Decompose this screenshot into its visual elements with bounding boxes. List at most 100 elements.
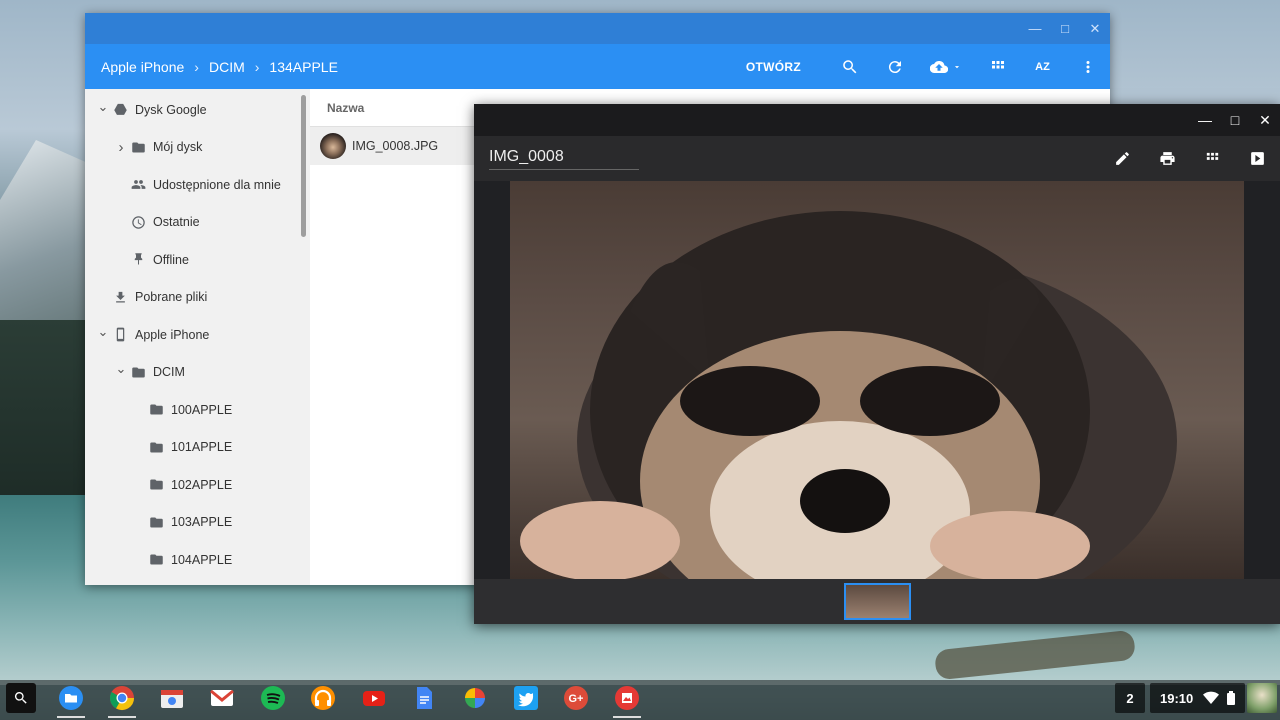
sidebar-item-label: 101APPLE: [171, 440, 233, 455]
folder-icon: [147, 476, 165, 494]
clock: 19:10: [1160, 690, 1194, 706]
folder-icon: [129, 363, 147, 381]
running-indicator: [613, 716, 641, 718]
chevron-down-icon[interactable]: ⌄: [95, 324, 111, 340]
shelf: G+ 2 19:10: [0, 680, 1280, 720]
cloud-upload-icon[interactable]: [917, 44, 975, 89]
sidebar-item-dcim[interactable]: ⌄ DCIM: [85, 354, 310, 392]
slideshow-play-icon[interactable]: [1235, 136, 1280, 181]
wallpaper-trees: [0, 320, 90, 500]
sidebar-item-100apple[interactable]: 100APPLE: [85, 391, 310, 429]
print-icon[interactable]: [1145, 136, 1190, 181]
column-header-name[interactable]: Nazwa: [310, 101, 364, 115]
gallery-app-icon[interactable]: [612, 683, 642, 713]
folder-icon: [147, 513, 165, 531]
wifi-icon: [1203, 691, 1220, 704]
sort-az-icon: AZ: [1035, 60, 1050, 73]
google-photos-icon[interactable]: [460, 683, 490, 713]
gmail-icon[interactable]: [207, 683, 237, 713]
sidebar-item-104apple[interactable]: 104APPLE: [85, 541, 310, 579]
sidebar-item-101apple[interactable]: 101APPLE: [85, 429, 310, 467]
maximize-button[interactable]: □: [1050, 13, 1080, 44]
breadcrumb: Apple iPhone › DCIM › 134APPLE: [85, 59, 338, 75]
sidebar-item-label: 104APPLE: [171, 552, 233, 567]
file-manager-titlebar[interactable]: — □ ✕: [85, 13, 1110, 44]
minimize-button[interactable]: —: [1020, 13, 1050, 44]
phone-icon: [111, 326, 129, 344]
sidebar-item-label: Dysk Google: [135, 102, 207, 117]
refresh-icon[interactable]: [872, 44, 917, 89]
sidebar-item-offline[interactable]: Offline: [85, 241, 310, 279]
gallery-toolbar: IMG_0008: [474, 136, 1280, 181]
web-store-icon[interactable]: [157, 683, 187, 713]
breadcrumb-item-dcim[interactable]: DCIM: [209, 59, 245, 75]
folder-icon: [147, 401, 165, 419]
chevron-right-icon[interactable]: ›: [113, 139, 129, 156]
sidebar-item-pobrane-pliki[interactable]: Pobrane pliki: [85, 279, 310, 317]
breadcrumb-item-134apple[interactable]: 134APPLE: [269, 59, 338, 75]
close-button[interactable]: ✕: [1080, 13, 1110, 44]
sidebar-item-label: 102APPLE: [171, 477, 233, 492]
breadcrumb-item-apple-iphone[interactable]: Apple iPhone: [101, 59, 184, 75]
file-name: IMG_0008.JPG: [352, 139, 439, 153]
grid-view-icon[interactable]: [975, 44, 1020, 89]
clock-icon: [129, 213, 147, 231]
google-docs-icon[interactable]: [409, 683, 439, 713]
spotify-icon[interactable]: [258, 683, 288, 713]
chevron-down-icon[interactable]: ⌄: [113, 361, 129, 377]
sidebar-item-dysk-google[interactable]: ⌄ Dysk Google: [85, 91, 310, 129]
image-title-field[interactable]: IMG_0008: [489, 148, 639, 170]
launcher-search-icon[interactable]: [6, 683, 36, 713]
sidebar-item-label: 100APPLE: [171, 402, 233, 417]
sidebar-item-m-j-dysk[interactable]: › Mój dysk: [85, 129, 310, 167]
status-area[interactable]: 19:10: [1150, 683, 1245, 713]
chevron-down-icon[interactable]: ⌄: [95, 99, 111, 115]
filmstrip: [474, 579, 1280, 624]
sidebar-item-udost-pnione-dla-mnie[interactable]: Udostępnione dla mnie: [85, 166, 310, 204]
running-indicator: [108, 716, 136, 718]
shared-people-icon: [129, 176, 147, 194]
chevron-right-icon: ›: [194, 58, 199, 75]
pin-icon: [129, 251, 147, 269]
gallery-maximize-button[interactable]: □: [1220, 104, 1250, 136]
mosaic-view-icon[interactable]: [1190, 136, 1235, 181]
sidebar-item-label: Udostępnione dla mnie: [153, 177, 281, 192]
open-button[interactable]: OTWÓRZ: [746, 60, 801, 74]
files-app-icon[interactable]: [56, 683, 86, 713]
headphones-music-icon[interactable]: [308, 683, 338, 713]
battery-icon: [1227, 691, 1236, 705]
twitter-icon[interactable]: [511, 683, 541, 713]
folder-icon: [147, 438, 165, 456]
sort-button[interactable]: AZ: [1020, 44, 1065, 89]
file-manager-toolbar: Apple iPhone › DCIM › 134APPLE OTWÓRZ AZ: [85, 44, 1110, 89]
download-icon: [111, 288, 129, 306]
sidebar: ⌄ Dysk Google › Mój dysk Udostępnione dla mn…: [85, 89, 310, 585]
sidebar-item-103apple[interactable]: 103APPLE: [85, 504, 310, 542]
gallery-titlebar[interactable]: — □ ✕: [474, 104, 1280, 136]
gallery-minimize-button[interactable]: —: [1190, 104, 1220, 136]
puppy-photo: [510, 181, 1244, 579]
file-thumbnail: [320, 133, 346, 159]
chrome-icon[interactable]: [107, 683, 137, 713]
folder-icon: [147, 551, 165, 569]
gallery-close-button[interactable]: ✕: [1250, 104, 1280, 136]
edit-pencil-icon[interactable]: [1100, 136, 1145, 181]
sidebar-item-label: Ostatnie: [153, 215, 200, 230]
file-row[interactable]: IMG_0008.JPG: [310, 127, 480, 165]
google-plus-icon[interactable]: G+: [561, 683, 591, 713]
search-icon[interactable]: [827, 44, 872, 89]
sidebar-item-label: Pobrane pliki: [135, 290, 208, 305]
sidebar-item-ostatnie[interactable]: Ostatnie: [85, 204, 310, 242]
youtube-icon[interactable]: [359, 683, 389, 713]
drive-icon: [111, 101, 129, 119]
notification-badge[interactable]: 2: [1115, 683, 1145, 713]
gallery-window: — □ ✕ IMG_0008: [474, 104, 1280, 624]
sidebar-item-apple-iphone[interactable]: ⌄ Apple iPhone: [85, 316, 310, 354]
sidebar-item-label: 103APPLE: [171, 515, 233, 530]
sidebar-item-label: Offline: [153, 252, 189, 267]
avatar[interactable]: [1247, 683, 1277, 713]
filmstrip-thumbnail-selected[interactable]: [844, 583, 911, 620]
sidebar-item-102apple[interactable]: 102APPLE: [85, 466, 310, 504]
sidebar-item-label: Mój dysk: [153, 140, 203, 155]
more-vert-icon[interactable]: [1065, 44, 1110, 89]
